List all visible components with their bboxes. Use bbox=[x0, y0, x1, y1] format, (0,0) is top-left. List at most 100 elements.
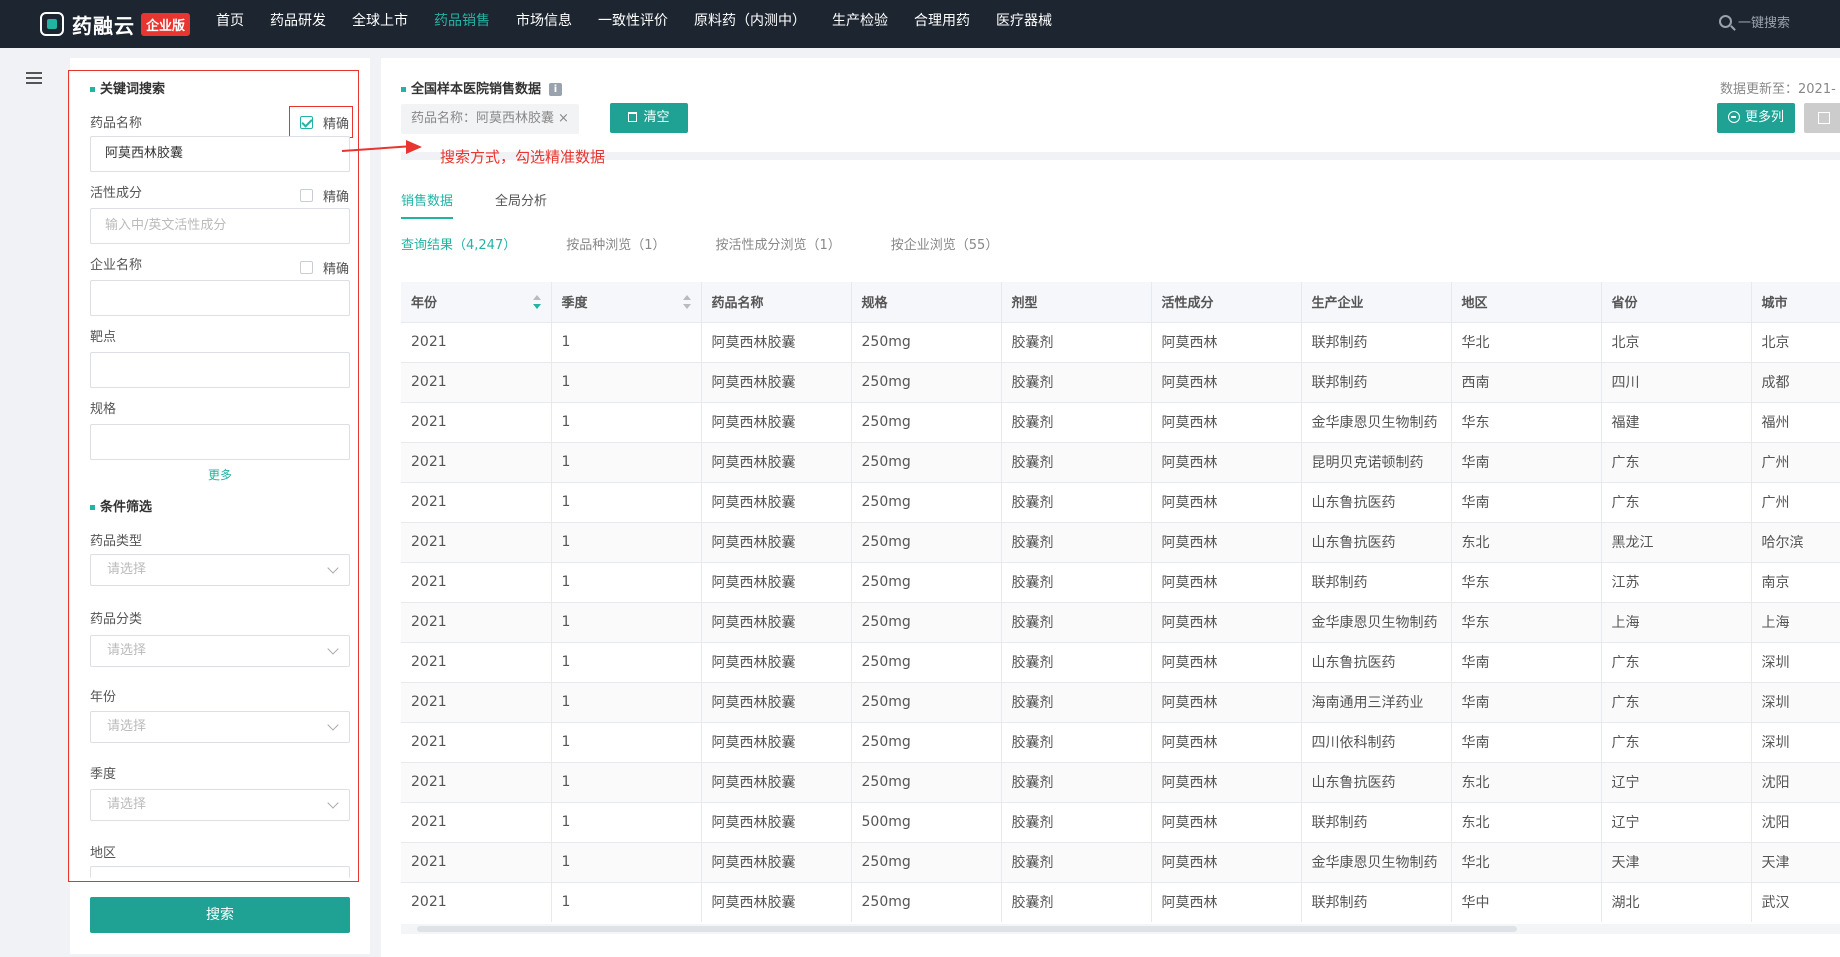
tab[interactable]: 销售数据 bbox=[401, 190, 454, 219]
global-search[interactable]: 一键搜索 bbox=[1718, 12, 1790, 31]
nav-item[interactable]: 原料药（内测中） bbox=[694, 0, 806, 48]
table-cell: 胶囊剂 bbox=[1001, 882, 1152, 922]
exact-label: 精确 bbox=[323, 262, 350, 277]
table-cell: 2021 bbox=[401, 442, 552, 483]
table-row[interactable]: 2021 1 阿莫西林胶囊 250mg 胶囊剂 阿莫西林 联邦制药 华东 江苏 南京 bbox=[401, 562, 1840, 603]
table-cell: 湖北 bbox=[1601, 882, 1752, 922]
table-cell: 海南通用三洋药业 bbox=[1301, 682, 1452, 723]
table-row[interactable]: 2021 1 阿莫西林胶囊 250mg 胶囊剂 阿莫西林 山东鲁抗医药 东北 黑龙江 哈尔滨 bbox=[401, 522, 1840, 563]
table-cell: 天津 bbox=[1601, 842, 1752, 883]
column-header[interactable]: 城市 bbox=[1751, 282, 1840, 323]
nav-item[interactable]: 生产检验 bbox=[832, 0, 888, 48]
table-cell: 华东 bbox=[1451, 402, 1602, 443]
logo[interactable]: 药融云 企业版 bbox=[40, 8, 191, 40]
export-button[interactable] bbox=[1804, 103, 1840, 133]
table-row[interactable]: 2021 1 阿莫西林胶囊 250mg 胶囊剂 阿莫西林 金华康恩贝生物制药 华东 福建 福州 bbox=[401, 402, 1840, 443]
nav-item[interactable]: 全球上市 bbox=[352, 0, 408, 48]
data-table: 年份 季度 药品名称 规格 剂型 活性成分 生产企业 地区 省份 城市 2021 1 阿莫西林胶囊 25… bbox=[401, 282, 1840, 922]
column-header[interactable]: 年份 bbox=[401, 282, 552, 323]
table-cell: 阿莫西林胶囊 bbox=[701, 562, 852, 603]
table-cell: 胶囊剂 bbox=[1001, 362, 1152, 403]
table-row[interactable]: 2021 1 阿莫西林胶囊 250mg 胶囊剂 阿莫西林 四川依科制药 华南 广东 深圳 bbox=[401, 722, 1840, 763]
drug-class-select[interactable]: 请选择 bbox=[90, 635, 350, 667]
table-cell: 250mg bbox=[851, 642, 1002, 683]
year-select[interactable]: 请选择 bbox=[90, 711, 350, 743]
company-exact-checkbox[interactable]: 精确 bbox=[300, 258, 349, 277]
table-row[interactable]: 2021 1 阿莫西林胶囊 250mg 胶囊剂 阿莫西林 山东鲁抗医药 华南 广东 广州 bbox=[401, 482, 1840, 523]
subtab[interactable]: 按活性成分浏览（1） bbox=[716, 234, 841, 253]
table-cell: 2021 bbox=[401, 482, 552, 523]
column-header[interactable]: 地区 bbox=[1451, 282, 1602, 323]
quarter-select[interactable]: 请选择 bbox=[90, 789, 350, 821]
menu-toggle-icon[interactable] bbox=[26, 72, 42, 84]
clear-button[interactable]: 清空 bbox=[610, 103, 688, 133]
active-ingredient-exact-checkbox[interactable]: 精确 bbox=[300, 186, 349, 205]
table-cell: 山东鲁抗医药 bbox=[1301, 482, 1452, 523]
table-row[interactable]: 2021 1 阿莫西林胶囊 250mg 胶囊剂 阿莫西林 金华康恩贝生物制药 华东 上海 上海 bbox=[401, 602, 1840, 643]
column-header[interactable]: 活性成分 bbox=[1151, 282, 1302, 323]
target-input[interactable] bbox=[90, 352, 350, 388]
column-header[interactable]: 生产企业 bbox=[1301, 282, 1452, 323]
table-row[interactable]: 2021 1 阿莫西林胶囊 250mg 胶囊剂 阿莫西林 联邦制药 华中 湖北 武汉 bbox=[401, 882, 1840, 922]
sort-icon[interactable] bbox=[532, 295, 541, 309]
subtab[interactable]: 按品种浏览（1） bbox=[566, 234, 665, 253]
drug-name-input[interactable]: 阿莫西林胶囊 bbox=[90, 136, 350, 172]
nav-item[interactable]: 市场信息 bbox=[516, 0, 572, 48]
spec-input[interactable] bbox=[90, 424, 350, 460]
subtab[interactable]: 按企业浏览（55） bbox=[891, 234, 999, 253]
nav-item[interactable]: 医疗器械 bbox=[996, 0, 1052, 48]
table-cell: 阿莫西林 bbox=[1151, 762, 1302, 803]
table-row[interactable]: 2021 1 阿莫西林胶囊 250mg 胶囊剂 阿莫西林 联邦制药 华北 北京 北京 bbox=[401, 322, 1840, 363]
main-nav: 首页 药品研发 全球上市 药品销售 市场信息 一致性评价 原料药（内测中） 生产检验 合理用药医… bbox=[216, 0, 1078, 48]
column-header[interactable]: 季度 bbox=[551, 282, 702, 323]
active-ingredient-input[interactable]: 输入中/英文活性成分 bbox=[90, 208, 350, 244]
nav-item[interactable]: 首页 bbox=[216, 0, 244, 48]
sort-icon[interactable] bbox=[682, 295, 691, 309]
column-header[interactable]: 省份 bbox=[1601, 282, 1752, 323]
more-columns-button[interactable]: 更多列 bbox=[1717, 103, 1795, 133]
table-cell: 1 bbox=[551, 842, 702, 883]
table-row[interactable]: 2021 1 阿莫西林胶囊 250mg 胶囊剂 阿莫西林 山东鲁抗医药 华南 广东 深圳 bbox=[401, 642, 1840, 683]
table-cell: 武汉 bbox=[1751, 882, 1840, 922]
table-cell: 辽宁 bbox=[1601, 802, 1752, 843]
checkbox-icon bbox=[300, 189, 313, 202]
horizontal-scrollbar[interactable] bbox=[401, 924, 1840, 934]
table-cell: 胶囊剂 bbox=[1001, 482, 1152, 523]
table-cell: 金华康恩贝生物制药 bbox=[1301, 402, 1452, 443]
data-update-text: 数据更新至：2021- bbox=[1720, 82, 1836, 97]
nav-item[interactable]: 一致性评价 bbox=[598, 0, 668, 48]
spec-label: 规格 bbox=[90, 402, 117, 417]
table-row[interactable]: 2021 1 阿莫西林胶囊 250mg 胶囊剂 阿莫西林 海南通用三洋药业 华南 广东 深圳 bbox=[401, 682, 1840, 723]
table-row[interactable]: 2021 1 阿莫西林胶囊 250mg 胶囊剂 阿莫西林 山东鲁抗医药 东北 辽宁 沈阳 bbox=[401, 762, 1840, 803]
table-row[interactable]: 2021 1 阿莫西林胶囊 250mg 胶囊剂 阿莫西林 联邦制药 西南 四川 成都 bbox=[401, 362, 1840, 403]
table-row[interactable]: 2021 1 阿莫西林胶囊 250mg 胶囊剂 阿莫西林 金华康恩贝生物制药 华北 天津 天津 bbox=[401, 842, 1840, 883]
table-cell: 黑龙江 bbox=[1601, 522, 1752, 563]
table-cell: 阿莫西林胶囊 bbox=[701, 442, 852, 483]
column-header[interactable]: 规格 bbox=[851, 282, 1002, 323]
tab[interactable]: 全局分析 bbox=[495, 190, 547, 219]
region-select[interactable] bbox=[90, 866, 350, 878]
table-cell: 2021 bbox=[401, 842, 552, 883]
column-header[interactable]: 药品名称 bbox=[701, 282, 852, 323]
logo-icon bbox=[40, 12, 64, 36]
table-cell: 1 bbox=[551, 322, 702, 363]
table-row[interactable]: 2021 1 阿莫西林胶囊 250mg 胶囊剂 阿莫西林 昆明贝克诺顿制药 华南 广东 广州 bbox=[401, 442, 1840, 483]
table-cell: 金华康恩贝生物制药 bbox=[1301, 842, 1452, 883]
table-cell: 华中 bbox=[1451, 882, 1602, 922]
drug-type-select[interactable]: 请选择 bbox=[90, 554, 350, 586]
table-cell: 胶囊剂 bbox=[1001, 322, 1152, 363]
more-fields-link[interactable]: 更多 bbox=[208, 466, 232, 483]
nav-item[interactable]: 药品研发 bbox=[270, 0, 326, 48]
active-ingredient-label: 活性成分 bbox=[90, 186, 143, 201]
nav-item[interactable]: 药品销售 bbox=[434, 0, 490, 48]
nav-item[interactable]: 合理用药 bbox=[914, 0, 970, 48]
close-icon[interactable]: × bbox=[558, 111, 569, 126]
search-button[interactable]: 搜索 bbox=[90, 897, 350, 933]
table-cell: 广东 bbox=[1601, 482, 1752, 523]
info-icon[interactable]: i bbox=[549, 83, 563, 96]
table-row[interactable]: 2021 1 阿莫西林胶囊 500mg 胶囊剂 阿莫西林 联邦制药 东北 辽宁 沈阳 bbox=[401, 802, 1840, 843]
subtab[interactable]: 查询结果（4,247） bbox=[401, 234, 516, 253]
table-cell: 2021 bbox=[401, 522, 552, 563]
company-input[interactable] bbox=[90, 280, 350, 316]
column-header[interactable]: 剂型 bbox=[1001, 282, 1152, 323]
